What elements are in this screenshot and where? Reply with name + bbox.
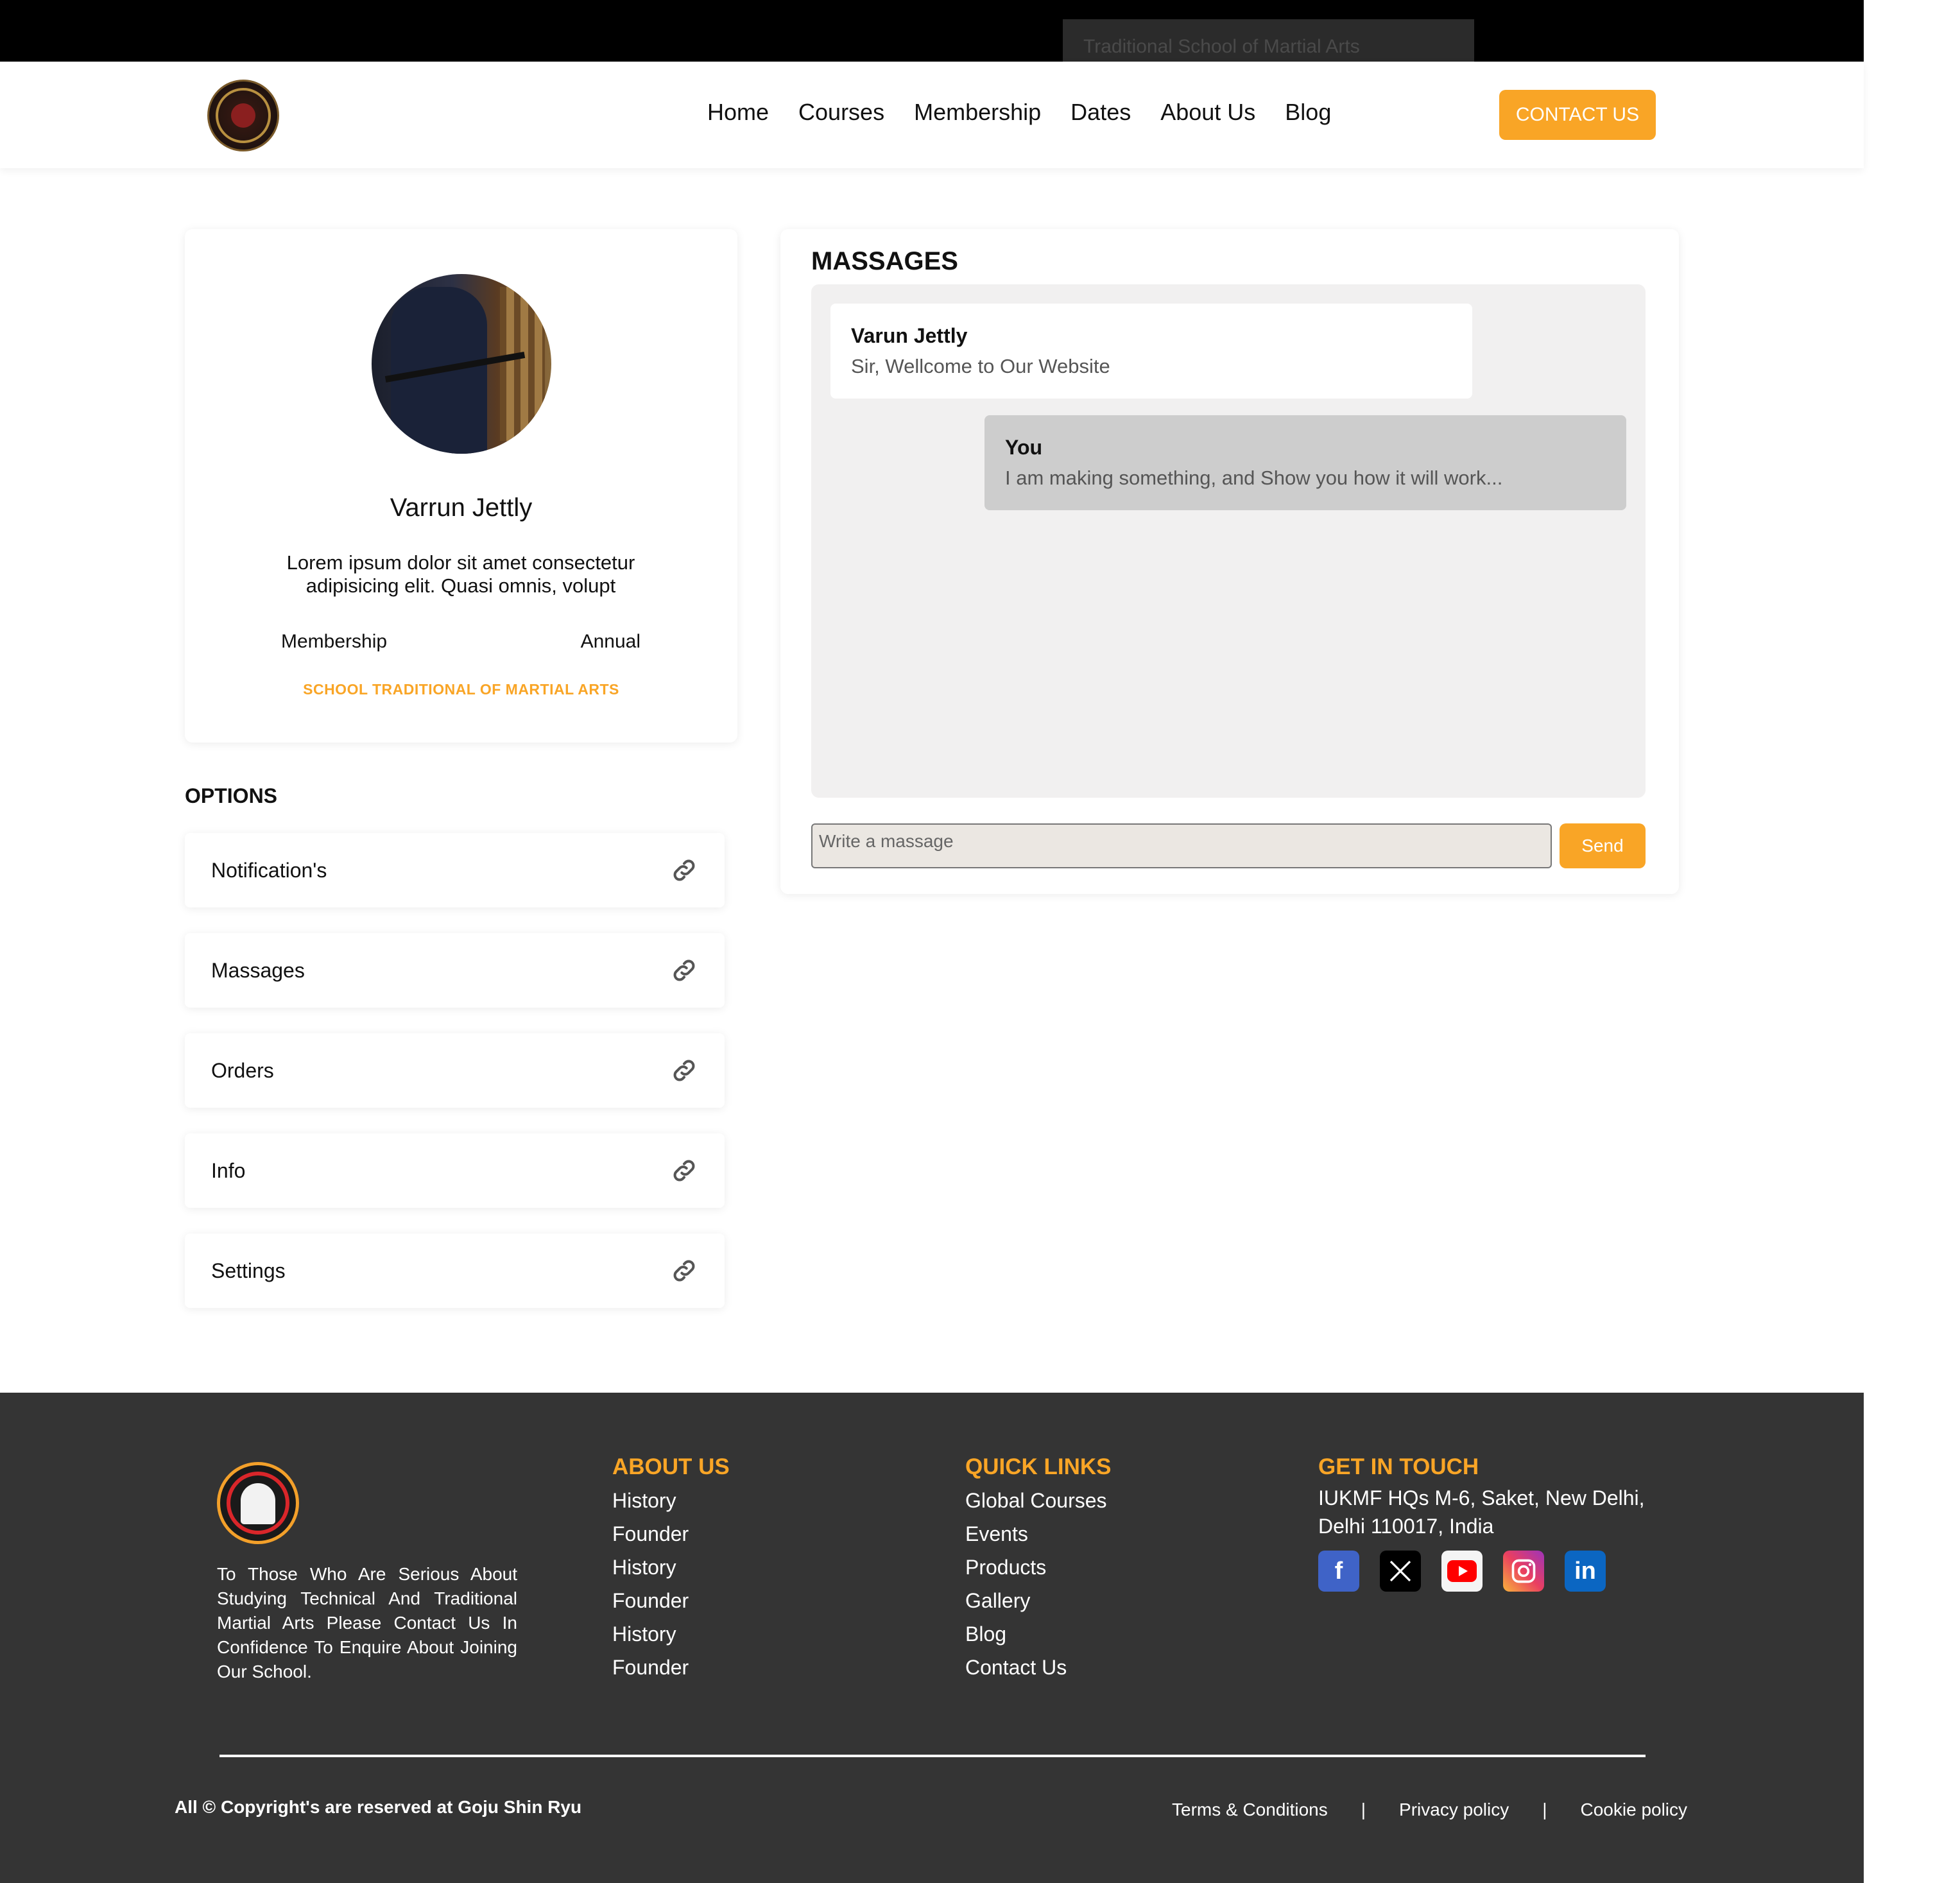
cookie-link[interactable]: Cookie policy: [1581, 1800, 1688, 1820]
instagram-glyph-icon: [1511, 1559, 1536, 1583]
footer-link[interactable]: Events: [965, 1517, 1112, 1551]
link-icon: [673, 1260, 695, 1282]
footer-quick-links-column: QUICK LINKS Global Courses Events Produc…: [965, 1454, 1112, 1684]
option-label: Info: [211, 1159, 246, 1182]
footer-quick-links-title: QUICK LINKS: [965, 1454, 1112, 1479]
message-sender: Varun Jettly: [851, 324, 968, 347]
top-bar: Traditional School of Martial Arts: [0, 0, 1864, 62]
nav-about-us[interactable]: About Us: [1160, 99, 1255, 126]
footer-contact-title: GET IN TOUCH: [1318, 1454, 1479, 1479]
main-nav: Home Courses Membership Dates About Us B…: [707, 99, 1331, 126]
footer-link[interactable]: History: [612, 1551, 730, 1584]
facebook-icon[interactable]: f: [1318, 1551, 1359, 1592]
x-icon[interactable]: [1380, 1551, 1421, 1592]
footer-link[interactable]: Founder: [612, 1517, 730, 1551]
option-notifications[interactable]: Notification's: [185, 833, 725, 907]
logo-core: [231, 103, 255, 128]
footer-link[interactable]: Founder: [612, 1584, 730, 1617]
option-label: Settings: [211, 1259, 286, 1282]
membership-row: Membership Annual: [281, 631, 640, 653]
option-label: Orders: [211, 1059, 274, 1082]
footer-link[interactable]: Gallery: [965, 1584, 1112, 1617]
link-icon: [673, 959, 695, 981]
message-text: Sir, Wellcome to Our Website: [851, 355, 1110, 377]
legal-separator: |: [1361, 1800, 1366, 1819]
site-footer: To Those Who Are Serious About Studying …: [0, 1393, 1864, 1883]
privacy-link[interactable]: Privacy policy: [1399, 1800, 1509, 1820]
options-title: OPTIONS: [185, 784, 278, 807]
footer-about-title: ABOUT US: [612, 1454, 730, 1479]
terms-link[interactable]: Terms & Conditions: [1172, 1800, 1328, 1820]
link-icon: [673, 1060, 695, 1081]
footer-link[interactable]: Contact Us: [965, 1651, 1112, 1684]
avatar: [372, 274, 551, 454]
footer-link[interactable]: Products: [965, 1551, 1112, 1584]
footer-logo-icon: [217, 1462, 299, 1544]
messages-title: MASSAGES: [811, 247, 958, 275]
message-text: I am making something, and Show you how …: [1005, 467, 1503, 489]
topbar-tagline: Traditional School of Martial Arts: [1063, 19, 1474, 62]
social-links: f in: [1318, 1551, 1670, 1592]
footer-link[interactable]: Global Courses: [965, 1484, 1112, 1517]
message-incoming: Varun Jettly Sir, Wellcome to Our Websit…: [830, 304, 1472, 399]
option-label: Notification's: [211, 859, 327, 882]
membership-value: Annual: [580, 631, 640, 652]
message-thread[interactable]: Varun Jettly Sir, Wellcome to Our Websit…: [811, 284, 1646, 798]
membership-label: Membership: [281, 631, 388, 652]
footer-link[interactable]: Blog: [965, 1617, 1112, 1651]
instagram-icon[interactable]: [1503, 1551, 1544, 1592]
footer-contact-column: GET IN TOUCH IUKMF HQs M-6, Saket, New D…: [1318, 1454, 1670, 1592]
site-header: Home Courses Membership Dates About Us B…: [0, 62, 1864, 168]
school-name: SCHOOL TRADITIONAL OF MARTIAL ARTS: [303, 681, 619, 698]
send-button[interactable]: Send: [1560, 823, 1646, 868]
footer-about-text: To Those Who Are Serious About Studying …: [217, 1564, 517, 1681]
messages-panel: MASSAGES Varun Jettly Sir, Wellcome to O…: [780, 229, 1679, 894]
footer-about-column: ABOUT US History Founder History Founder…: [612, 1454, 730, 1684]
option-settings[interactable]: Settings: [185, 1234, 725, 1308]
legal-separator: |: [1542, 1800, 1547, 1819]
profile-name: Varrun Jettly: [390, 494, 533, 522]
message-input[interactable]: Write a massage: [811, 823, 1552, 868]
link-icon: [673, 1160, 695, 1182]
footer-address: IUKMF HQs M-6, Saket, New Delhi, Delhi 1…: [1318, 1486, 1645, 1538]
footer-link[interactable]: Founder: [612, 1651, 730, 1684]
link-icon: [673, 859, 695, 881]
option-massages[interactable]: Massages: [185, 933, 725, 1008]
nav-courses[interactable]: Courses: [798, 99, 884, 126]
footer-logo-figure: [241, 1483, 275, 1524]
message-sender: You: [1005, 436, 1043, 459]
profile-card: Varrun Jettly Lorem ipsum dolor sit amet…: [185, 229, 737, 743]
footer-link[interactable]: History: [612, 1484, 730, 1517]
goju-shin-ryu-logo-icon[interactable]: [207, 80, 279, 151]
linkedin-icon[interactable]: in: [1565, 1551, 1606, 1592]
footer-divider: [219, 1755, 1646, 1757]
option-orders[interactable]: Orders: [185, 1033, 725, 1108]
youtube-glyph-icon: [1447, 1560, 1477, 1582]
nav-membership[interactable]: Membership: [914, 99, 1041, 126]
contact-us-button[interactable]: CONTACT US: [1499, 90, 1656, 140]
legal-links: Terms & Conditions | Privacy policy | Co…: [1172, 1800, 1687, 1820]
youtube-icon[interactable]: [1441, 1551, 1483, 1592]
option-label: Massages: [211, 959, 305, 982]
x-glyph-icon: [1389, 1560, 1411, 1582]
nav-blog[interactable]: Blog: [1285, 99, 1331, 126]
copyright: All © Copyright's are reserved at Goju S…: [175, 1797, 582, 1817]
option-info[interactable]: Info: [185, 1133, 725, 1208]
profile-description: Lorem ipsum dolor sit amet consectetur a…: [286, 551, 635, 597]
nav-dates[interactable]: Dates: [1070, 99, 1131, 126]
message-outgoing: You I am making something, and Show you …: [984, 415, 1626, 510]
avatar-window: [500, 287, 545, 441]
footer-link[interactable]: History: [612, 1617, 730, 1651]
nav-home[interactable]: Home: [707, 99, 769, 126]
